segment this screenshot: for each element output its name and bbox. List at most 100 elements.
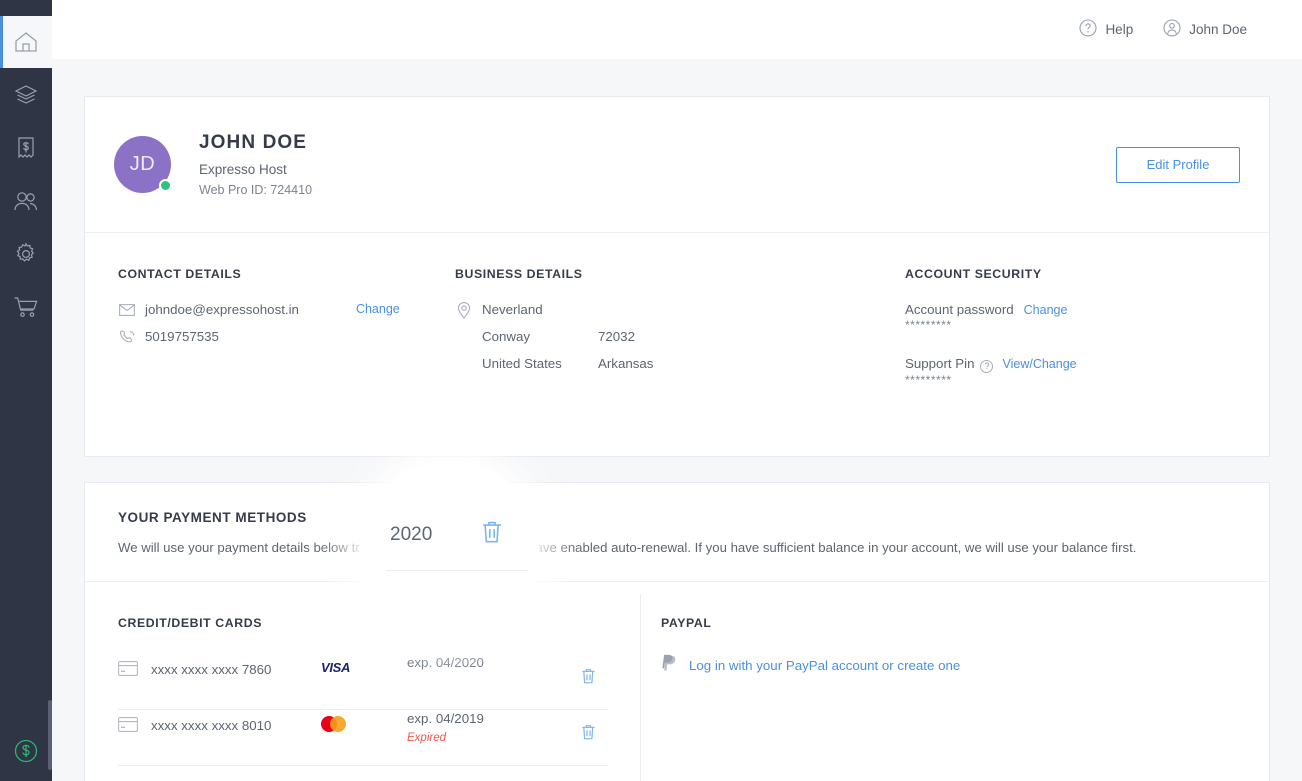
support-pin-label: Support Pin [905, 356, 975, 371]
avatar: JD [114, 136, 172, 193]
business-city: Conway [482, 329, 531, 344]
business-address: Neverland Conway United States 72032 Ark… [455, 301, 905, 383]
account-security-heading: ACCOUNT SECURITY [905, 267, 1042, 281]
password-masked: ********* [905, 318, 952, 332]
magnified-divider [386, 570, 530, 571]
help-label: Help [1105, 22, 1134, 37]
sidebar-nav [0, 0, 52, 333]
profile-info: JOHN DOE Expresso Host Web Pro ID: 72441… [199, 132, 312, 197]
paypal-column: PAYPAL Log in with your PayPal account o… [608, 582, 960, 781]
paypal-icon [661, 654, 677, 677]
layers-icon [14, 84, 38, 106]
support-pin-masked: ********* [905, 372, 952, 387]
email-row: johndoe@expressohost.in Change [118, 302, 455, 318]
sidebar-item-settings[interactable] [0, 228, 52, 280]
password-row: Account password Change [905, 302, 1255, 317]
support-pin-change-link[interactable]: View/Change [1002, 357, 1076, 371]
details-section: CONTACT DETAILS johndoe@expressohost.in … [85, 233, 1269, 456]
sidebar-item-customers[interactable] [0, 175, 52, 227]
contact-details-heading: CONTACT DETAILS [118, 267, 242, 281]
card-expiry-wrap: exp. 04/2020 [407, 654, 484, 672]
mastercard-logo [321, 716, 347, 732]
profile-card: JD JOHN DOE Expresso Host Web Pro ID: 72… [84, 96, 1270, 457]
sidebar-item-cart[interactable] [0, 281, 52, 333]
business-state: Arkansas [598, 356, 654, 371]
business-details-column: BUSINESS DETAILS Neverland Conway United… [455, 267, 905, 394]
business-address-grid: Neverland Conway United States 72032 Ark… [482, 302, 653, 383]
support-pin-row: Support Pin ? View/Change [905, 356, 1255, 373]
magnified-trash-icon [481, 520, 503, 550]
user-name-label: John Doe [1189, 22, 1247, 37]
email-change-link[interactable]: Change [356, 302, 400, 316]
email-value: johndoe@expressohost.in [145, 302, 299, 317]
paypal-login-row[interactable]: Log in with your PayPal account or creat… [661, 654, 960, 677]
sidebar-item-products[interactable] [0, 69, 52, 121]
business-address-right: 72032 Arkansas [598, 302, 653, 383]
paypal-login-link[interactable]: Log in with your PayPal account or creat… [689, 658, 960, 673]
account-security-column: ACCOUNT SECURITY Account password Change… [905, 267, 1255, 394]
card-brand-mastercard [321, 716, 407, 732]
card-brand-visa: VISA [321, 660, 407, 675]
card-number: xxxx xxxx xxxx 8010 [151, 718, 272, 733]
delete-card-button[interactable] [581, 724, 596, 746]
paypal-heading: PAYPAL [661, 616, 712, 630]
page-content: JD JOHN DOE Expresso Host Web Pro ID: 72… [52, 59, 1302, 781]
business-address-line: Neverland [482, 302, 543, 317]
gear-icon [14, 242, 38, 266]
avatar-icon [1163, 19, 1181, 40]
phone-value: 5019757535 [145, 329, 219, 344]
business-details-heading: BUSINESS DETAILS [455, 267, 583, 281]
sidebar [0, 0, 52, 781]
users-icon [13, 190, 39, 212]
invoice-dollar-icon [15, 136, 37, 160]
cart-icon [13, 295, 39, 319]
sidebar-item-home[interactable] [0, 16, 52, 68]
payment-methods-description: We will use your payment details below t… [118, 540, 1137, 555]
credit-card-icon [118, 717, 144, 737]
delete-card-button[interactable] [581, 668, 596, 690]
card-number: xxxx xxxx xxxx 7860 [151, 662, 272, 677]
question-circle-icon [1079, 19, 1097, 40]
table-row: xxxx xxxx xxxx 7860 VISA exp. 04/2020 [118, 654, 608, 710]
sidebar-balance-button[interactable] [0, 738, 52, 769]
card-expiry: exp. 04/2019 [407, 711, 484, 726]
password-change-link[interactable]: Change [1024, 303, 1068, 317]
business-country: United States [482, 356, 562, 371]
topbar: Help John Doe [52, 0, 1302, 59]
location-pin-icon [455, 301, 473, 319]
magnified-expiry-year: 2020 [390, 524, 433, 545]
envelope-icon [118, 302, 136, 318]
question-circle-icon[interactable]: ? [980, 359, 994, 373]
visa-logo: VISA [321, 660, 351, 675]
dollar-circle-icon [13, 738, 39, 769]
user-menu-button[interactable]: John Doe [1163, 19, 1247, 40]
credit-card-icon [118, 661, 144, 681]
profile-header: JD JOHN DOE Expresso Host Web Pro ID: 72… [85, 97, 1269, 233]
phone-row: 5019757535 [118, 329, 455, 345]
edit-profile-button[interactable]: Edit Profile [1116, 146, 1240, 183]
business-zip: 72032 [598, 329, 635, 344]
home-icon [14, 31, 38, 53]
card-expiry-wrap: exp. 04/2019 Expired [407, 710, 484, 744]
password-block: Account password Change ********* [905, 302, 1255, 332]
payment-methods-header: YOUR PAYMENT METHODS We will use your pa… [85, 483, 1269, 582]
web-pro-id: Web Pro ID: 724410 [199, 183, 313, 197]
payment-methods-card: YOUR PAYMENT METHODS We will use your pa… [84, 482, 1270, 781]
payment-methods-body: CREDIT/DEBIT CARDS xxxx xxxx xxxx 7860 V… [85, 582, 1269, 781]
card-expiry: exp. 04/2020 [407, 655, 484, 670]
company-name: Expresso Host [199, 162, 287, 177]
page-title: JOHN DOE [199, 132, 308, 153]
help-button[interactable]: Help [1079, 19, 1133, 40]
password-label: Account password [905, 302, 1014, 317]
business-address-left: Neverland Conway United States [482, 302, 598, 383]
table-row: xxxx xxxx xxxx 8010 exp. 04/2019 Expired [118, 710, 608, 766]
magnifier-lens: 2020 [368, 470, 530, 632]
payment-methods-title: YOUR PAYMENT METHODS [118, 510, 307, 525]
online-status-dot [159, 179, 172, 192]
sidebar-scrollbar[interactable] [48, 700, 52, 770]
support-pin-block: Support Pin ? View/Change ********* [905, 356, 1255, 387]
phone-icon [118, 329, 136, 345]
credit-cards-column: CREDIT/DEBIT CARDS xxxx xxxx xxxx 7860 V… [85, 582, 608, 781]
sidebar-item-billing[interactable] [0, 122, 52, 174]
contact-details-column: CONTACT DETAILS johndoe@expressohost.in … [85, 267, 455, 394]
